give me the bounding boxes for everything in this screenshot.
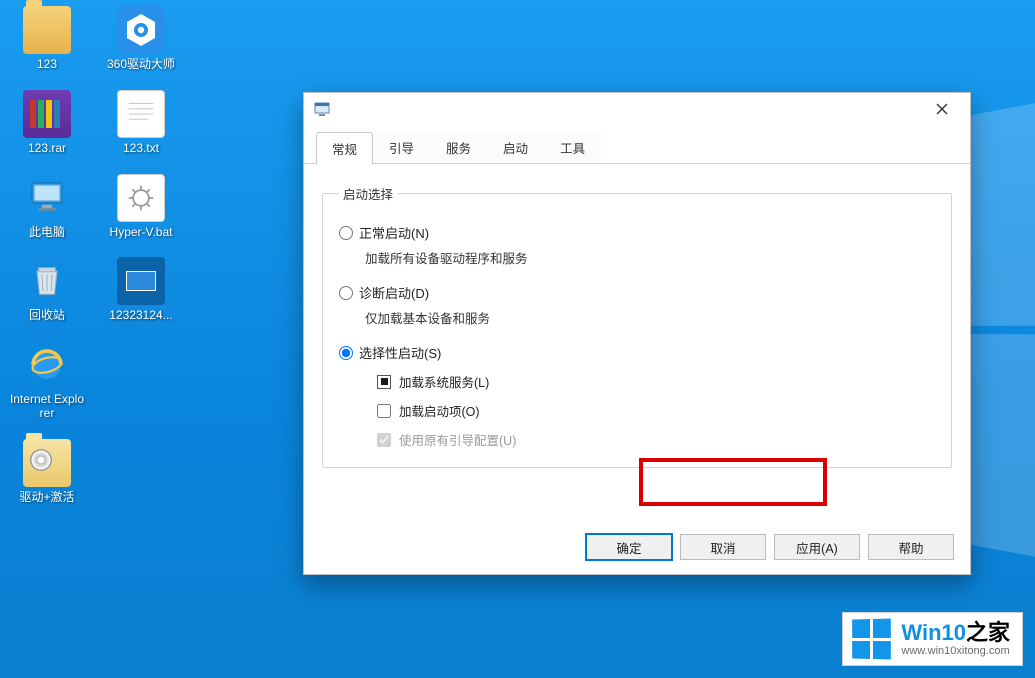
radio-normal-input[interactable] (339, 226, 353, 240)
tab-tools[interactable]: 工具 (544, 131, 601, 163)
desktop-icon-folder-123[interactable]: 123 (8, 6, 86, 72)
checkbox-use-original-boot: 使用原有引导配置(U) (377, 430, 935, 449)
watermark-title: Win10之家 (901, 621, 1010, 645)
chk-boot-label: 使用原有引导配置(U) (399, 430, 516, 449)
gear-icon (120, 177, 162, 219)
chk-startup-label: 加载启动项(O) (399, 401, 480, 420)
tab-startup[interactable]: 启动 (487, 131, 544, 163)
close-icon (936, 103, 948, 115)
radio-diagnostic-label: 诊断启动(D) (359, 283, 429, 302)
radio-selective-input[interactable] (339, 346, 353, 360)
watermark: Win10之家 www.win10xitong.com (842, 612, 1023, 666)
icon-label: 此电脑 (29, 226, 65, 240)
checkbox-load-system-services[interactable]: 加载系统服务(L) (377, 372, 935, 391)
highlight-rectangle-annotation (639, 458, 827, 506)
startup-selection-group: 启动选择 正常启动(N) 加载所有设备驱动程序和服务 诊断启动(D) 仅加载基本… (322, 184, 952, 468)
desktop-icon-internet-explorer[interactable]: Internet Explorer (8, 341, 86, 421)
tab-general[interactable]: 常规 (316, 132, 373, 164)
msconfig-dialog: 常规 引导 服务 启动 工具 启动选择 正常启动(N) 加载所有设备驱动程序和服… (303, 92, 971, 575)
desktop-icon-recycle-bin[interactable]: 回收站 (8, 257, 86, 323)
desktop-icon-this-pc[interactable]: 此电脑 (8, 174, 86, 240)
diag-desc: 仅加载基本设备和服务 (365, 308, 935, 327)
radio-selective-startup[interactable]: 选择性启动(S) (339, 343, 935, 362)
watermark-url: www.win10xitong.com (901, 645, 1010, 657)
icon-label: 回收站 (29, 309, 65, 323)
desktop-icon-360-driver[interactable]: 360驱动大师 (102, 6, 180, 72)
close-button[interactable] (926, 97, 958, 121)
radio-normal-label: 正常启动(N) (359, 223, 429, 242)
radio-diagnostic-input[interactable] (339, 286, 353, 300)
radio-normal-startup[interactable]: 正常启动(N) (339, 223, 935, 242)
icon-label: 123.rar (28, 142, 66, 156)
desktop-icon-bat[interactable]: Hyper-V.bat (102, 174, 180, 240)
titlebar[interactable] (304, 93, 970, 125)
chk-startup-input[interactable] (377, 404, 391, 418)
chk-boot-input (377, 433, 391, 447)
tabstrip: 常规 引导 服务 启动 工具 (304, 125, 970, 164)
icon-label: 驱动+激活 (19, 491, 74, 505)
icon-label: Internet Explorer (8, 393, 86, 421)
icon-label: Hyper-V.bat (110, 226, 173, 240)
icon-label: 123 (37, 58, 57, 72)
recycle-bin-icon (27, 261, 67, 301)
app-icon (314, 101, 330, 117)
group-legend: 启动选择 (339, 184, 397, 203)
tab-services[interactable]: 服务 (430, 131, 487, 163)
help-button[interactable]: 帮助 (868, 534, 954, 560)
icon-label: 123.txt (123, 142, 159, 156)
desktop-icon-img[interactable]: 12323124... (102, 257, 180, 323)
ok-button[interactable]: 确定 (586, 534, 672, 560)
desktop-icon-txt[interactable]: 123.txt (102, 90, 180, 156)
apply-button[interactable]: 应用(A) (774, 534, 860, 560)
cancel-button[interactable]: 取消 (680, 534, 766, 560)
general-panel: 启动选择 正常启动(N) 加载所有设备驱动程序和服务 诊断启动(D) 仅加载基本… (304, 164, 970, 484)
dialog-buttons-row: 确定 取消 应用(A) 帮助 (586, 534, 954, 560)
indeterminate-checkbox-icon (377, 375, 391, 389)
checkbox-load-startup-items[interactable]: 加载启动项(O) (377, 401, 935, 420)
radio-diagnostic-startup[interactable]: 诊断启动(D) (339, 283, 935, 302)
textfile-icon (120, 93, 162, 135)
tab-boot[interactable]: 引导 (373, 131, 430, 163)
chk-services-label: 加载系统服务(L) (399, 372, 489, 391)
desktop-icon-driver-activate[interactable]: 驱动+激活 (8, 439, 86, 505)
watermark-logo-icon (853, 618, 892, 659)
hexagon-gear-icon (123, 12, 159, 48)
normal-desc: 加载所有设备驱动程序和服务 (365, 248, 935, 267)
icon-label: 360驱动大师 (107, 58, 175, 72)
radio-selective-label: 选择性启动(S) (359, 343, 441, 362)
desktop-icon-rar[interactable]: 123.rar (8, 90, 86, 156)
ie-icon (26, 344, 68, 386)
icon-label: 12323124... (109, 309, 172, 323)
monitor-icon (27, 178, 67, 218)
